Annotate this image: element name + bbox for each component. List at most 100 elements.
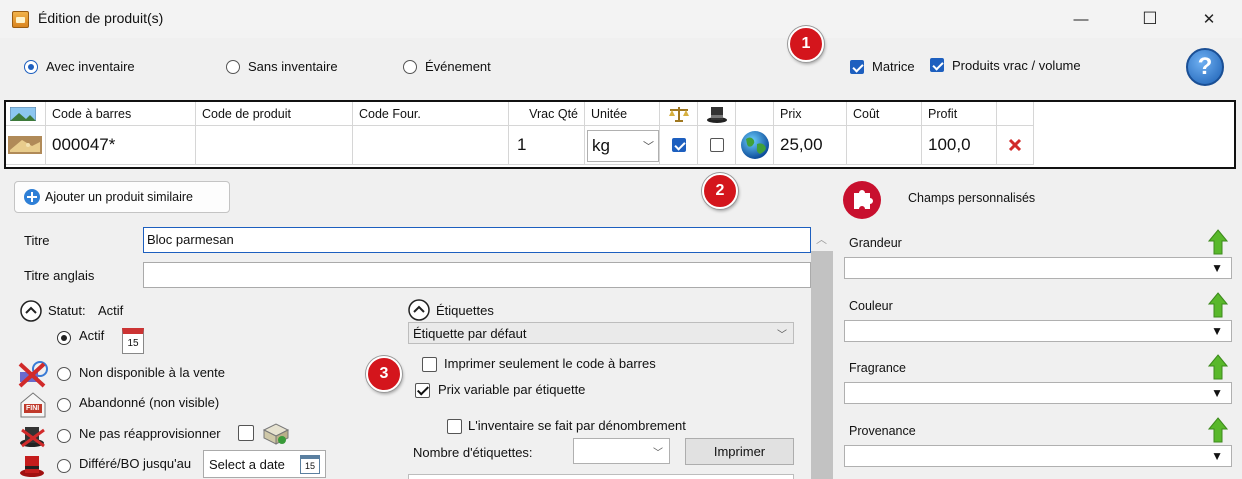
status-abandoned-label: Abandonné (non visible) (79, 395, 220, 410)
collapse-status-icon[interactable] (20, 300, 42, 322)
minimize-button[interactable]: — (1058, 0, 1104, 38)
chevron-down-icon: ﹀ (777, 330, 787, 341)
status-deferred-label: Différé/BO jusqu'au (79, 456, 192, 471)
move-up-arrow-icon[interactable] (1208, 417, 1228, 443)
product-code-cell[interactable] (196, 126, 353, 165)
callout-badge-1: 1 (788, 26, 824, 62)
print-barcode-only-label: Imprimer seulement le code à barres (444, 356, 656, 371)
product-thumbnail[interactable] (6, 126, 46, 165)
move-up-arrow-icon[interactable] (1208, 354, 1228, 380)
maximize-button[interactable]: ☐ (1127, 0, 1173, 38)
supplier-box-icon[interactable] (260, 420, 292, 446)
radio-without-inventory-label: Sans inventaire (248, 59, 338, 74)
hat-cell (698, 126, 736, 165)
english-title-input[interactable] (143, 262, 811, 288)
add-similar-product-label: Ajouter un produit similaire (45, 190, 193, 204)
deferred-date-picker[interactable]: Select a date 15 (203, 450, 326, 478)
variable-price-checkbox[interactable] (415, 383, 430, 398)
barcode-column-header: Code à barres (46, 102, 196, 126)
label-template-dropdown[interactable]: Étiquette par défaut ﹀ (408, 322, 794, 344)
variable-price-label: Prix variable par étiquette (438, 382, 586, 397)
plus-circle-icon (24, 189, 40, 205)
radio-with-inventory[interactable] (24, 60, 38, 74)
add-similar-product-button[interactable]: Ajouter un produit similaire (14, 181, 230, 213)
product-code-column-header: Code de produit (196, 102, 353, 126)
close-button[interactable]: ✕ (1186, 0, 1232, 38)
radio-status-unavailable[interactable] (57, 367, 71, 381)
dropdown-arrow-icon: ▼ (1211, 386, 1223, 400)
radio-status-active[interactable] (57, 331, 71, 345)
custom-field-dropdown[interactable]: ▼ (844, 320, 1232, 342)
chevron-down-icon: ﹀ (643, 141, 654, 153)
profit-cell[interactable]: 100,0 (922, 126, 997, 165)
radio-event-label: Événement (425, 59, 491, 74)
unit-column-header: Unitée (585, 102, 660, 126)
status-value: Actif (98, 303, 124, 318)
scrollbar-thumb[interactable] (811, 251, 833, 479)
label-count-dropdown[interactable]: ﹀ (573, 438, 670, 464)
bulk-qty-column-header: Vrac Qté (509, 102, 585, 126)
collapse-labels-icon[interactable] (408, 299, 430, 321)
window-title: Édition de produit(s) (38, 10, 164, 26)
radio-status-no-restock[interactable] (57, 429, 71, 443)
radio-without-inventory[interactable] (226, 60, 240, 74)
price-cell[interactable]: 25,00 (774, 126, 847, 165)
print-barcode-only-checkbox[interactable] (422, 357, 437, 372)
scale-column-header (660, 102, 698, 126)
unit-cell: kg ﹀ (585, 126, 660, 165)
label-template-value: Étiquette par défaut (413, 325, 527, 341)
scale-icon (668, 106, 689, 122)
product-grid: Code à barres Code de produit Code Four.… (4, 100, 1236, 169)
hat-column-header (698, 102, 736, 126)
bulk-products-checkbox[interactable] (930, 58, 944, 72)
delete-column-header (997, 102, 1034, 126)
print-labels-button[interactable]: Imprimer (685, 438, 794, 465)
bulk-qty-cell[interactable]: 1 (509, 126, 585, 165)
bulk-products-label: Produits vrac / volume (952, 58, 1081, 73)
custom-field-dropdown[interactable]: ▼ (844, 445, 1232, 467)
radio-status-abandoned[interactable] (57, 398, 71, 412)
date-calendar-icon[interactable]: 15 (300, 455, 320, 474)
supplier-code-cell[interactable] (353, 126, 509, 165)
globe-icon[interactable] (740, 130, 770, 160)
hat-option-checkbox[interactable] (709, 138, 724, 152)
radio-with-inventory-label: Avec inventaire (46, 59, 135, 74)
chevron-down-icon: ﹀ (653, 448, 663, 459)
dropdown-arrow-icon: ▼ (1211, 449, 1223, 463)
status-label: Statut: (48, 303, 86, 318)
cost-column-header: Coût (847, 102, 922, 126)
globe-column-header (736, 102, 774, 126)
barcode-cell[interactable]: 000047* (46, 126, 196, 165)
unavailable-icon (18, 361, 48, 388)
image-column-header (6, 102, 46, 126)
custom-field-dropdown[interactable]: ▼ (844, 382, 1232, 404)
radio-event[interactable] (403, 60, 417, 74)
help-icon[interactable]: ? (1186, 48, 1224, 86)
custom-field-label: Grandeur (849, 236, 902, 250)
cost-cell[interactable] (847, 126, 922, 165)
deferred-icon (20, 456, 44, 477)
globe-cell (736, 126, 774, 165)
date-placeholder: Select a date (209, 456, 285, 472)
sold-by-weight-checkbox[interactable] (671, 138, 686, 152)
move-up-arrow-icon[interactable] (1208, 292, 1228, 318)
abandoned-icon: FINI (20, 392, 46, 418)
custom-field-label: Couleur (849, 299, 893, 313)
title-input[interactable]: Bloc parmesan (143, 227, 811, 253)
vertical-scrollbar[interactable]: ︿ (811, 227, 833, 479)
delete-icon[interactable] (1008, 138, 1022, 152)
abandoned-icon-text: FINI (26, 405, 40, 412)
unit-dropdown[interactable]: kg ﹀ (587, 130, 659, 162)
no-restock-checkbox[interactable] (238, 425, 254, 441)
labels-section-title: Étiquettes (436, 303, 494, 318)
calendar-icon[interactable]: 15 (122, 328, 144, 354)
move-up-arrow-icon[interactable] (1208, 229, 1228, 255)
magic-hat-icon (706, 106, 727, 123)
count-inventory-checkbox[interactable] (447, 419, 462, 434)
matrix-checkbox[interactable] (850, 60, 864, 74)
puzzle-icon (843, 181, 881, 219)
english-title-label: Titre anglais (24, 268, 95, 283)
scroll-up-icon[interactable]: ︿ (816, 231, 827, 247)
custom-field-dropdown[interactable]: ▼ (844, 257, 1232, 279)
radio-status-deferred[interactable] (57, 459, 71, 473)
